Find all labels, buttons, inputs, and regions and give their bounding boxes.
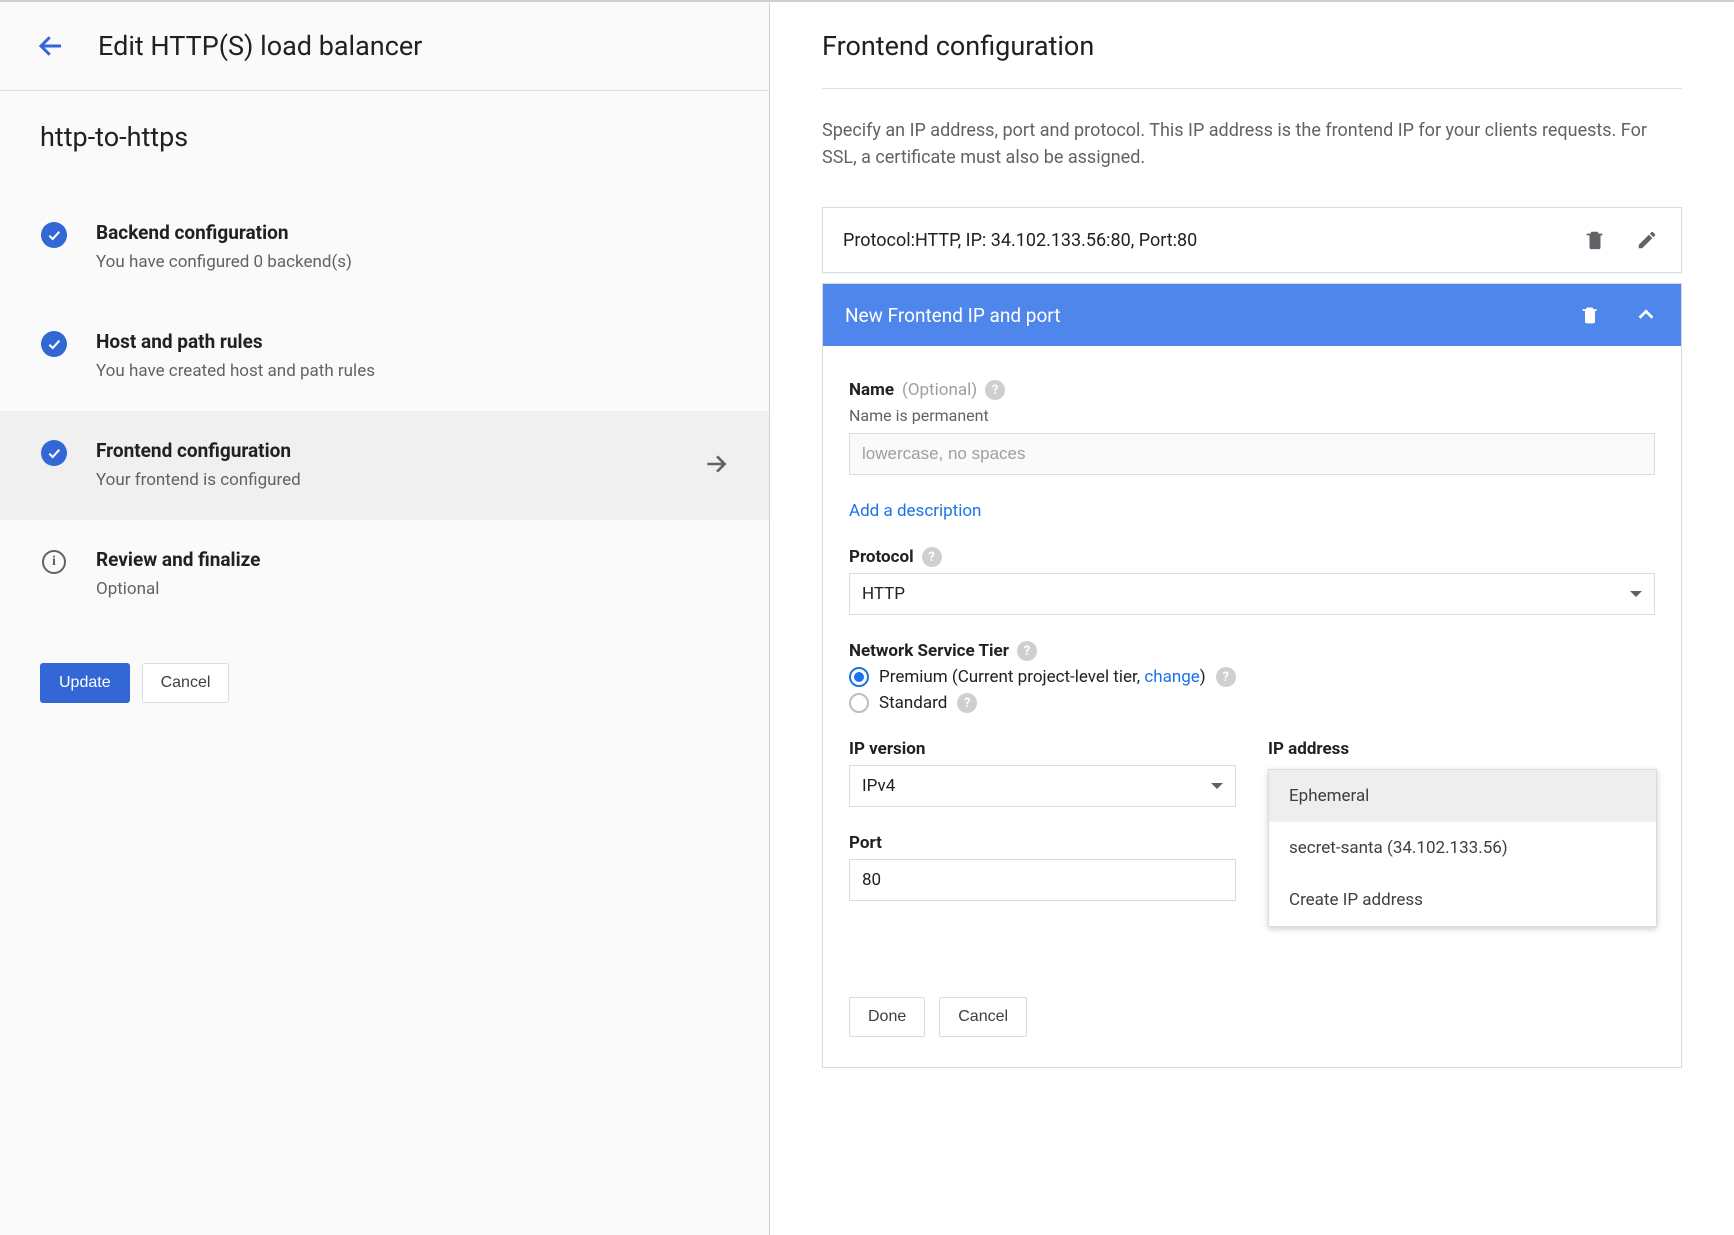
protocol-label: Protocol bbox=[849, 547, 914, 567]
help-icon[interactable]: ? bbox=[922, 547, 942, 567]
section-title: Frontend configuration bbox=[822, 26, 1682, 89]
protocol-select[interactable]: HTTP bbox=[849, 573, 1655, 615]
step-subtitle: Your frontend is configured bbox=[96, 470, 729, 490]
chevron-up-icon[interactable] bbox=[1633, 302, 1659, 328]
step-review-finalize[interactable]: i Review and finalize Optional bbox=[0, 520, 769, 629]
caret-down-icon bbox=[1211, 783, 1223, 789]
name-optional: (Optional) bbox=[902, 380, 977, 400]
done-button[interactable]: Done bbox=[849, 997, 925, 1037]
ip-version-value: IPv4 bbox=[862, 776, 895, 796]
ip-option-existing[interactable]: secret-santa (34.102.133.56) bbox=[1269, 822, 1656, 874]
step-title: Backend configuration bbox=[96, 221, 729, 244]
tier-change-link[interactable]: change bbox=[1144, 667, 1199, 687]
tier-label: Network Service Tier bbox=[849, 641, 1009, 661]
tier-premium-text: Premium (Current project-level tier, bbox=[879, 667, 1144, 687]
step-backend-configuration[interactable]: Backend configuration You have configure… bbox=[0, 193, 769, 302]
protocol-value: HTTP bbox=[862, 584, 905, 604]
step-host-path-rules[interactable]: Host and path rules You have created hos… bbox=[0, 302, 769, 411]
page-title: Edit HTTP(S) load balancer bbox=[98, 30, 422, 62]
ip-address-dropdown[interactable]: Ephemeral secret-santa (34.102.133.56) C… bbox=[1268, 769, 1657, 927]
check-icon bbox=[40, 439, 68, 467]
ip-option-ephemeral[interactable]: Ephemeral bbox=[1269, 770, 1656, 822]
help-icon[interactable]: ? bbox=[985, 380, 1005, 400]
tier-premium-radio[interactable]: Premium (Current project-level tier, cha… bbox=[849, 667, 1655, 687]
update-button[interactable]: Update bbox=[40, 663, 130, 703]
help-icon[interactable]: ? bbox=[1017, 641, 1037, 661]
port-value: 80 bbox=[862, 870, 881, 890]
name-hint: Name is permanent bbox=[849, 406, 1655, 425]
step-title: Review and finalize bbox=[96, 548, 729, 571]
delete-icon[interactable] bbox=[1581, 226, 1609, 254]
name-label: Name bbox=[849, 380, 894, 400]
ip-version-label: IP version bbox=[849, 739, 925, 759]
tier-standard-text: Standard bbox=[879, 693, 947, 713]
help-icon[interactable]: ? bbox=[1216, 667, 1236, 687]
cancel-button[interactable]: Cancel bbox=[142, 663, 230, 703]
name-input[interactable] bbox=[849, 433, 1655, 475]
arrow-right-icon bbox=[703, 451, 729, 481]
port-label: Port bbox=[849, 833, 882, 853]
frontend-row-summary: Protocol:HTTP, IP: 34.102.133.56:80, Por… bbox=[843, 230, 1557, 251]
check-icon bbox=[40, 330, 68, 358]
add-description-link[interactable]: Add a description bbox=[849, 501, 981, 521]
back-arrow-icon[interactable] bbox=[36, 31, 66, 61]
ip-option-create[interactable]: Create IP address bbox=[1269, 874, 1656, 926]
form-cancel-button[interactable]: Cancel bbox=[939, 997, 1027, 1037]
delete-icon[interactable] bbox=[1577, 302, 1603, 328]
tier-premium-close: ) bbox=[1200, 667, 1206, 687]
info-icon: i bbox=[40, 548, 68, 576]
new-frontend-header[interactable]: New Frontend IP and port bbox=[823, 284, 1681, 346]
edit-icon[interactable] bbox=[1633, 226, 1661, 254]
tier-standard-radio[interactable]: Standard ? bbox=[849, 693, 1655, 713]
step-title: Host and path rules bbox=[96, 330, 729, 353]
step-frontend-configuration[interactable]: Frontend configuration Your frontend is … bbox=[0, 411, 769, 520]
help-icon[interactable]: ? bbox=[957, 693, 977, 713]
load-balancer-name: http-to-https bbox=[0, 91, 769, 161]
frontend-existing-row[interactable]: Protocol:HTTP, IP: 34.102.133.56:80, Por… bbox=[822, 207, 1682, 273]
ip-version-select[interactable]: IPv4 bbox=[849, 765, 1236, 807]
step-subtitle: You have created host and path rules bbox=[96, 361, 729, 381]
step-title: Frontend configuration bbox=[96, 439, 729, 462]
check-icon bbox=[40, 221, 68, 249]
port-select[interactable]: 80 bbox=[849, 859, 1236, 901]
step-subtitle: You have configured 0 backend(s) bbox=[96, 252, 729, 272]
ip-address-label: IP address bbox=[1268, 739, 1349, 759]
new-frontend-title: New Frontend IP and port bbox=[845, 304, 1547, 327]
step-subtitle: Optional bbox=[96, 579, 729, 599]
caret-down-icon bbox=[1630, 591, 1642, 597]
section-description: Specify an IP address, port and protocol… bbox=[822, 89, 1682, 207]
